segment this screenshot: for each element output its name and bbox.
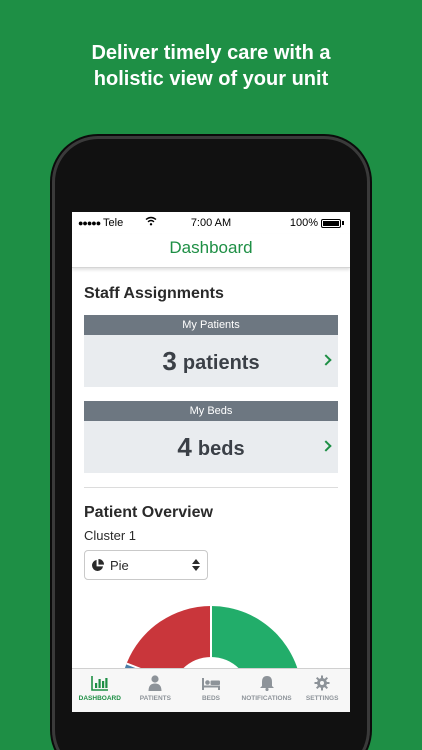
chart-type-select[interactable]: Pie [84,550,208,580]
patient-overview-title: Patient Overview [84,504,213,521]
battery-percent: 100% [289,217,318,229]
marketing-headline: Deliver timely care with a holistic view… [0,40,422,92]
tab-bar: DASHBOARD PATIENTS BEDS NOTIFICATIONS SE… [72,668,350,712]
person-icon [148,675,162,691]
staff-assignments-title: Staff Assignments [84,285,224,302]
tab-notifications[interactable]: NOTIFICATIONS [239,669,295,712]
tab-settings-label: SETTINGS [305,695,339,702]
headline-line-1: Deliver timely care with a [91,42,331,64]
tab-patients[interactable]: PATIENTS [128,669,184,712]
tab-dashboard[interactable]: DASHBOARD [72,669,128,712]
pie-chart-icon [92,558,104,571]
bell-icon [259,676,274,691]
battery: 100% [290,217,344,229]
chevron-right-icon[interactable] [320,440,332,452]
tab-settings[interactable]: SETTINGS [294,669,350,712]
patient-overview-pie-chart [124,606,298,670]
headline-line-2: holistic view of your unit [93,68,329,90]
status-bar: ●●●●● Tele 7:00 AM 100% [72,212,350,234]
tab-patients-label: PATIENTS [139,695,171,702]
app-screen: ●●●●● Tele 7:00 AM 100% Dashboard Staff … [72,212,350,712]
gear-icon [314,675,330,691]
bed-icon [201,678,220,690]
dashboard-content: Staff Assignments My Patients 3 patients… [84,272,338,580]
patients-count: 3 [162,345,177,376]
chart-type-value: Pie [110,557,129,573]
tab-beds[interactable]: BEDS [183,669,239,712]
bar-chart-icon [90,676,108,691]
patients-unit: patients [182,351,260,374]
nav-title: Dashboard [72,234,350,268]
my-patients-header: My Patients [84,315,338,335]
my-beds-card[interactable]: My Beds 4 beds [84,401,338,473]
my-beds-header: My Beds [84,401,338,421]
my-patients-body[interactable]: 3 patients [84,335,338,387]
cluster-label: Cluster 1 [84,528,137,543]
tab-dashboard-label: DASHBOARD [78,695,121,702]
select-arrows-icon [192,559,200,571]
beds-unit: beds [197,437,245,460]
chevron-right-icon[interactable] [320,354,332,366]
tab-notifications-label: NOTIFICATIONS [241,695,292,702]
my-patients-card[interactable]: My Patients 3 patients [84,315,338,387]
my-beds-body[interactable]: 4 beds [84,421,338,473]
section-divider [84,487,338,488]
battery-icon [321,218,341,228]
beds-count: 4 [177,431,192,462]
tab-beds-label: BEDS [201,695,221,702]
